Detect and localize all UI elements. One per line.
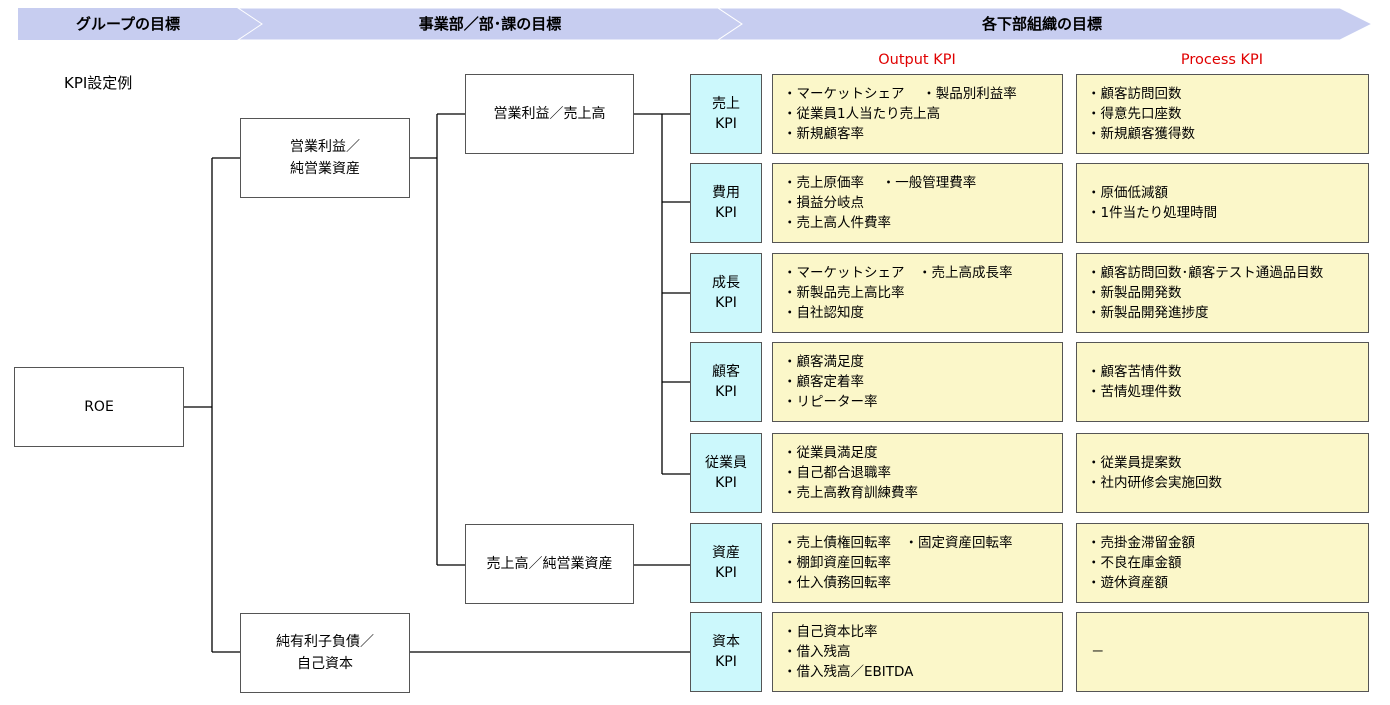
kpi-item: ・売上高人件費率 bbox=[783, 215, 891, 231]
kpi-suffix: KPI bbox=[715, 384, 737, 400]
kpi-suffix: KPI bbox=[715, 295, 737, 311]
process-kpi-cell: ・顧客苦情件数 ・苦情処理件数 bbox=[1076, 342, 1369, 422]
kpi-item: ・従業員満足度 bbox=[783, 445, 878, 461]
kpi-item: ・自己都合退職率 bbox=[783, 465, 891, 481]
kpi-item: ・自己資本比率 bbox=[783, 624, 878, 640]
kpi-suffix: KPI bbox=[715, 565, 737, 581]
node-operating-margin: 営業利益／売上高 bbox=[465, 74, 634, 154]
node-label: 売上高／純営業資産 bbox=[486, 556, 613, 572]
kpi-name: 従業員 bbox=[705, 455, 747, 471]
kpi-assets: 資産 KPI bbox=[690, 523, 762, 603]
kpi-item: ・従業員提案数 bbox=[1087, 455, 1182, 471]
process-kpi-cell: ・原価低減額 ・1件当たり処理時間 bbox=[1076, 163, 1369, 243]
process-kpi-cell: ・売掛金滞留金額 ・不良在庫金額 ・遊休資産額 bbox=[1076, 523, 1369, 603]
root-node-label: ROE bbox=[84, 399, 114, 415]
kpi-capital: 資本 KPI bbox=[690, 612, 762, 692]
kpi-item: ・従業員1人当たり売上高 bbox=[783, 106, 941, 122]
output-kpi-cell: ・マーケットシェア ・売上高成長率 ・新製品売上高比率 ・自社認知度 bbox=[772, 253, 1063, 333]
kpi-item: － bbox=[1091, 644, 1105, 660]
kpi-item: ・顧客訪問回数･顧客テスト通過品目数 bbox=[1087, 265, 1324, 281]
kpi-item: ・顧客訪問回数 bbox=[1087, 86, 1182, 102]
kpi-item: ・顧客苦情件数 bbox=[1087, 364, 1182, 380]
kpi-item: ・仕入債務回転率 bbox=[783, 575, 891, 591]
kpi-employee: 従業員 KPI bbox=[690, 433, 762, 513]
kpi-item: ・売上高教育訓練費率 bbox=[783, 485, 918, 501]
kpi-item: ・自社認知度 bbox=[783, 305, 864, 321]
kpi-item: ・新製品開発数 bbox=[1087, 285, 1182, 301]
kpi-item: ・マーケットシェア ・製品別利益率 bbox=[783, 86, 1017, 102]
output-kpi-cell: ・マーケットシェア ・製品別利益率 ・従業員1人当たり売上高 ・新規顧客率 bbox=[772, 74, 1063, 154]
node-label-line: 営業利益／ bbox=[290, 139, 360, 155]
kpi-item: ・マーケットシェア ・売上高成長率 bbox=[783, 265, 1013, 281]
kpi-suffix: KPI bbox=[715, 205, 737, 221]
kpi-item: ・借入残高／EBITDA bbox=[783, 664, 914, 680]
output-kpi-cell: ・売上原価率 ・一般管理費率 ・損益分岐点 ・売上高人件費率 bbox=[772, 163, 1063, 243]
node-label: 営業利益／売上高 bbox=[493, 106, 606, 122]
process-kpi-cell: ・顧客訪問回数･顧客テスト通過品目数 ・新製品開発数 ・新製品開発進捗度 bbox=[1076, 253, 1369, 333]
kpi-item: ・顧客定着率 bbox=[783, 374, 864, 390]
kpi-item: ・新製品売上高比率 bbox=[783, 285, 905, 301]
output-kpi-cell: ・顧客満足度 ・顧客定着率 ・リピーター率 bbox=[772, 342, 1063, 422]
node-net-debt-equity: 純有利子負債／ 自己資本 bbox=[240, 613, 410, 693]
kpi-item: ・顧客満足度 bbox=[783, 354, 864, 370]
kpi-name: 資産 bbox=[712, 545, 740, 561]
kpi-item: ・売上原価率 ・一般管理費率 bbox=[783, 175, 977, 191]
process-kpi-cell: ・従業員提案数 ・社内研修会実施回数 bbox=[1076, 433, 1369, 513]
kpi-item: ・新規顧客率 bbox=[783, 126, 864, 142]
kpi-item: ・売掛金滞留金額 bbox=[1087, 535, 1195, 551]
process-kpi-cell: ・顧客訪問回数 ・得意先口座数 ・新規顧客獲得数 bbox=[1076, 74, 1369, 154]
kpi-growth: 成長 KPI bbox=[690, 253, 762, 333]
kpi-item: ・苦情処理件数 bbox=[1087, 384, 1182, 400]
kpi-suffix: KPI bbox=[715, 475, 737, 491]
node-label-line: 自己資本 bbox=[297, 656, 353, 672]
kpi-item: ・新製品開発進捗度 bbox=[1087, 305, 1209, 321]
kpi-name: 資本 bbox=[712, 634, 740, 650]
kpi-item: ・棚卸資産回転率 bbox=[783, 555, 891, 571]
root-node-roe: ROE bbox=[14, 367, 184, 447]
kpi-item: ・借入残高 bbox=[783, 644, 851, 660]
kpi-item: ・新規顧客獲得数 bbox=[1087, 126, 1195, 142]
kpi-cost: 費用 KPI bbox=[690, 163, 762, 243]
kpi-item: ・1件当たり処理時間 bbox=[1087, 205, 1218, 221]
kpi-item: ・遊休資産額 bbox=[1087, 575, 1168, 591]
kpi-item: ・リピーター率 bbox=[783, 394, 878, 410]
kpi-item: ・損益分岐点 bbox=[783, 195, 864, 211]
kpi-item: ・不良在庫金額 bbox=[1087, 555, 1182, 571]
kpi-name: 成長 bbox=[712, 275, 740, 291]
kpi-item: ・得意先口座数 bbox=[1087, 106, 1182, 122]
node-asset-turnover: 売上高／純営業資産 bbox=[465, 524, 634, 604]
node-operating-profit-net-assets: 営業利益／ 純営業資産 bbox=[240, 118, 410, 198]
kpi-suffix: KPI bbox=[715, 654, 737, 670]
output-kpi-cell: ・従業員満足度 ・自己都合退職率 ・売上高教育訓練費率 bbox=[772, 433, 1063, 513]
kpi-suffix: KPI bbox=[715, 116, 737, 132]
node-label-line: 純営業資産 bbox=[290, 161, 360, 177]
process-kpi-cell: － bbox=[1076, 612, 1369, 692]
kpi-name: 費用 bbox=[712, 185, 740, 201]
kpi-item: ・原価低減額 bbox=[1087, 185, 1168, 201]
kpi-name: 顧客 bbox=[712, 364, 740, 380]
kpi-name: 売上 bbox=[712, 96, 740, 112]
kpi-item: ・売上債権回転率 ・固定資産回転率 bbox=[783, 535, 1013, 551]
kpi-item: ・社内研修会実施回数 bbox=[1087, 475, 1222, 491]
output-kpi-cell: ・売上債権回転率 ・固定資産回転率 ・棚卸資産回転率 ・仕入債務回転率 bbox=[772, 523, 1063, 603]
kpi-customer: 顧客 KPI bbox=[690, 342, 762, 422]
kpi-sales: 売上 KPI bbox=[690, 74, 762, 154]
output-kpi-cell: ・自己資本比率 ・借入残高 ・借入残高／EBITDA bbox=[772, 612, 1063, 692]
node-label-line: 純有利子負債／ bbox=[276, 634, 374, 650]
